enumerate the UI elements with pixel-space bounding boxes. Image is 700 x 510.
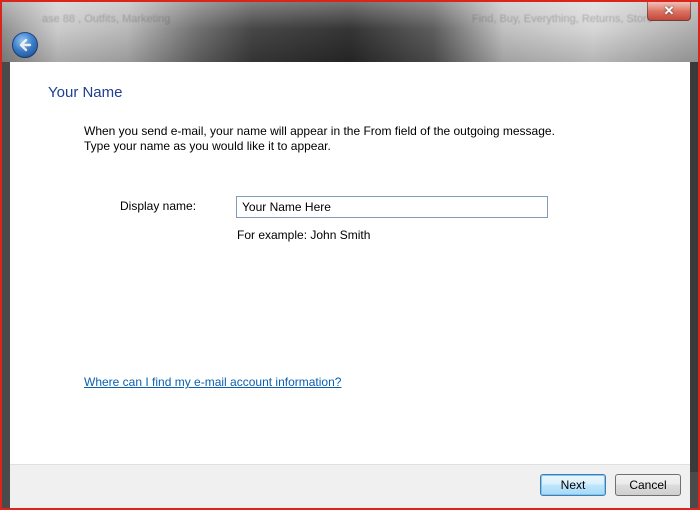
background-text: ase 88 , Outfits, Marketing bbox=[42, 13, 171, 25]
background-text: Find, Buy, Everything, Returns, Store bbox=[472, 13, 653, 25]
wizard-window: ase 88 , Outfits, Marketing Peace Sport … bbox=[0, 0, 700, 510]
window-edge bbox=[690, 62, 698, 472]
page-title: Your Name bbox=[48, 84, 123, 101]
back-arrow-icon bbox=[19, 38, 32, 52]
account-info-help-link[interactable]: Where can I find my e-mail account infor… bbox=[84, 375, 341, 389]
back-button[interactable] bbox=[12, 32, 38, 58]
display-name-input[interactable] bbox=[236, 196, 548, 218]
wizard-content: Your Name When you send e-mail, your nam… bbox=[10, 62, 690, 464]
background-text: Peace Sport bbox=[292, 13, 353, 25]
button-bar: Next Cancel bbox=[10, 464, 690, 508]
close-button[interactable]: ✕ bbox=[647, 2, 691, 21]
description-line: Type your name as you would like it to a… bbox=[84, 139, 331, 153]
example-hint: For example: John Smith bbox=[237, 228, 371, 242]
cancel-button[interactable]: Cancel bbox=[615, 474, 681, 496]
title-bar: ase 88 , Outfits, Marketing Peace Sport … bbox=[2, 2, 698, 62]
description: When you send e-mail, your name will app… bbox=[84, 124, 555, 154]
close-icon: ✕ bbox=[663, 3, 675, 18]
display-name-label: Display name: bbox=[120, 199, 197, 213]
next-button[interactable]: Next bbox=[540, 474, 606, 496]
description-line: When you send e-mail, your name will app… bbox=[84, 124, 555, 138]
